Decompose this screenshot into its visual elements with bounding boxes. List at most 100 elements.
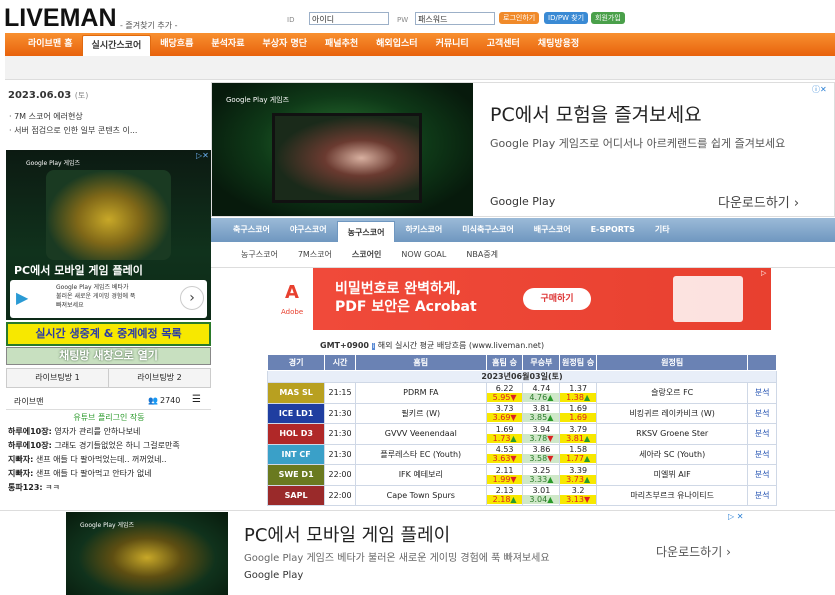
away-team[interactable]: 비킹귀르 레이카비크 (W) [596, 402, 749, 424]
away-team[interactable]: 마리츠부르크 유나이티드 [596, 484, 749, 506]
home-team[interactable]: IFK 예테보리 [354, 464, 487, 486]
subtab-basketball[interactable]: 농구스코어 [241, 249, 278, 260]
odds-open: 3.79 [569, 424, 588, 434]
away-team[interactable]: RKSV Groene Ster [596, 423, 749, 445]
home-team[interactable]: GVVV Veenendaal [354, 423, 487, 445]
top-ad-download[interactable]: 다운로드하기 › [718, 192, 799, 211]
info-icon[interactable]: i [371, 343, 376, 350]
tab-chat-1[interactable]: 라이브팅방 1 [7, 369, 108, 387]
tab-baseball[interactable]: 야구스코어 [280, 218, 337, 242]
analysis-link[interactable]: 분석 [747, 484, 777, 506]
table-row[interactable]: SWE D1 22:00 IFK 예테보리 2.11 1.99▼ 3.25 3.33▲… [266, 464, 777, 486]
bookmark-link[interactable]: - 즐겨찾기 추가 - [120, 20, 178, 31]
nav-live-score[interactable]: 실시간스코어 [81, 35, 152, 56]
analysis-link[interactable]: 분석 [747, 382, 777, 404]
ad-info-icon[interactable]: ▷ ✕ [728, 512, 743, 521]
tab-soccer[interactable]: 축구스코어 [223, 218, 280, 242]
ad-gp-box: ▶ Google Play 게임즈 베타가 불러온 새로운 게이밍 경험에 푹 빠져… [10, 280, 207, 318]
nav-home[interactable]: 라이브맨 홈 [19, 33, 82, 56]
table-row[interactable]: MAS SL 21:15 PDRM FA 6.22 5.95▼ 4.74 4.76▲ 1… [266, 382, 777, 404]
chat-tabs: 라이브팅방 1 라이브팅방 2 [6, 368, 211, 388]
nav-picks[interactable]: 패널추천 [316, 33, 367, 56]
join-button[interactable]: 회원가입 [591, 12, 625, 24]
odds-open: 2.13 [495, 486, 514, 496]
subtab-scorein[interactable]: 스코어인 [352, 249, 381, 260]
analysis-link[interactable]: 분석 [747, 443, 777, 465]
away-team[interactable]: 미엘뷔 AIF [596, 464, 749, 486]
subtab-nba[interactable]: NBA중계 [466, 249, 498, 260]
chat-popup-banner[interactable]: 채팅방 새창으로 열기 [6, 347, 211, 365]
date-row: 2023년06월03일(토) [267, 370, 777, 383]
nav-support[interactable]: 고객센터 [478, 33, 529, 56]
acrobat-title: 비밀번호로 완벽하게, PDF 보안은 Acrobat [335, 281, 477, 315]
away-team[interactable]: 세아라 SC (Youth) [596, 443, 749, 465]
home-team[interactable]: PDRM FA [354, 382, 487, 404]
nav-analysis[interactable]: 분석자료 [202, 33, 253, 56]
tab-chat-2[interactable]: 라이브팅방 2 [108, 369, 210, 387]
analysis-link[interactable]: 분석 [747, 423, 777, 445]
notice-text: 서버 점검으로 인한 일부 콘텐츠 이... [14, 126, 138, 135]
users-icon: 👥 [148, 396, 158, 405]
nav-community[interactable]: 커뮤니티 [427, 33, 478, 56]
tab-hockey[interactable]: 하키스코어 [395, 218, 452, 242]
home-team[interactable]: 필키르 (W) [354, 402, 487, 424]
home-team[interactable]: Cape Town Spurs [354, 484, 487, 506]
away-team[interactable]: 슬랑오르 FC [596, 382, 749, 404]
match-time: 22:00 [324, 464, 356, 486]
notice-item[interactable]: · 7M 스코어 에러현상 [9, 111, 199, 122]
ad-close-icon[interactable]: ▷✕ [196, 151, 209, 160]
nav-injuries[interactable]: 부상자 명단 [253, 33, 316, 56]
notice-text: 7M 스코어 에러현상 [14, 112, 83, 121]
table-row[interactable]: SAPL 22:00 Cape Town Spurs 2.13 2.18▲ 3.01… [266, 484, 777, 506]
league-badge[interactable]: SAPL [266, 484, 326, 506]
odds-current: 1.77▲ [560, 454, 597, 464]
odds-current: 4.76▲ [523, 392, 560, 402]
acrobat-ad[interactable]: A Adobe 비밀번호로 완벽하게, PDF 보안은 Acrobat 구매하기 … [273, 268, 771, 330]
pw-label: PW [397, 16, 409, 24]
nav-odds[interactable]: 배당흐름 [151, 33, 202, 56]
league-badge[interactable]: ICE LD1 [266, 402, 326, 424]
analysis-link[interactable]: 분석 [747, 402, 777, 424]
tab-basketball[interactable]: 농구스코어 [336, 221, 396, 242]
ad-info-icon[interactable]: ▷ [761, 269, 766, 277]
login-button[interactable]: 로그인하기 [499, 12, 540, 24]
table-row[interactable]: INT CF 21:30 플루레스타 EC (Youth) 4.53 3.63▼ 3… [266, 443, 777, 465]
adobe-label: Adobe [281, 308, 304, 316]
odds-current: 1.99▼ [486, 474, 523, 484]
table-row[interactable]: HOL D3 21:30 GVVV Veenendaal 1.69 1.73▲ 3.… [266, 423, 777, 445]
tab-other[interactable]: 기타 [645, 218, 680, 242]
ad-next-icon[interactable]: › [180, 286, 204, 310]
odds-current: 1.73▲ [486, 433, 523, 443]
nav-chat[interactable]: 채팅방용정 [529, 33, 588, 56]
league-badge[interactable]: SWE D1 [266, 464, 326, 486]
tab-esports[interactable]: E-SPORTS [581, 218, 645, 242]
site-logo[interactable]: LIVEMAN [4, 4, 117, 33]
notice-item[interactable]: · 서버 점검으로 인한 일부 콘텐츠 이... [9, 125, 199, 136]
subtab-nowgoal[interactable]: NOW GOAL [401, 250, 446, 259]
odds-open: 1.37 [569, 383, 588, 393]
tab-football[interactable]: 미식축구스코어 [452, 218, 524, 242]
match-time: 21:30 [324, 402, 356, 424]
odds-open: 1.58 [569, 445, 588, 455]
home-team[interactable]: 플루레스타 EC (Youth) [354, 443, 487, 465]
acrobat-buy-button[interactable]: 구매하기 [523, 288, 591, 310]
analysis-link[interactable]: 분석 [747, 464, 777, 486]
find-idpw-button[interactable]: ID/PW 찾기 [544, 12, 589, 24]
menu-icon[interactable]: ☰ [192, 394, 201, 405]
pw-input[interactable]: 패스워드 [415, 12, 495, 25]
tab-volleyball[interactable]: 배구스코어 [524, 218, 581, 242]
subtab-7m[interactable]: 7M스코어 [298, 249, 332, 260]
nav-overseas[interactable]: 해외입스터 [367, 33, 426, 56]
odds-current: 3.69▼ [486, 413, 523, 423]
odds-open: 4.74 [532, 383, 551, 393]
league-badge[interactable]: MAS SL [266, 382, 326, 404]
ad-info-icon[interactable]: ⓘ✕ [812, 84, 827, 95]
league-badge[interactable]: INT CF [266, 443, 326, 465]
league-badge[interactable]: HOL D3 [266, 423, 326, 445]
table-row[interactable]: ICE LD1 21:30 필키르 (W) 3.73 3.69▼ 3.81 3.85▲… [266, 402, 777, 424]
id-input[interactable]: 아이디 [309, 12, 389, 25]
bottom-ad-download[interactable]: 다운로드하기 › [656, 543, 731, 560]
live-broadcast-banner[interactable]: 실시간 생중계 & 중계예정 목록 [6, 322, 211, 346]
side-ad[interactable]: Google Play 게임즈 ▷✕ PC에서 모바일 게임 플레이 ▶ Goo… [6, 150, 211, 320]
car-image [46, 170, 171, 260]
